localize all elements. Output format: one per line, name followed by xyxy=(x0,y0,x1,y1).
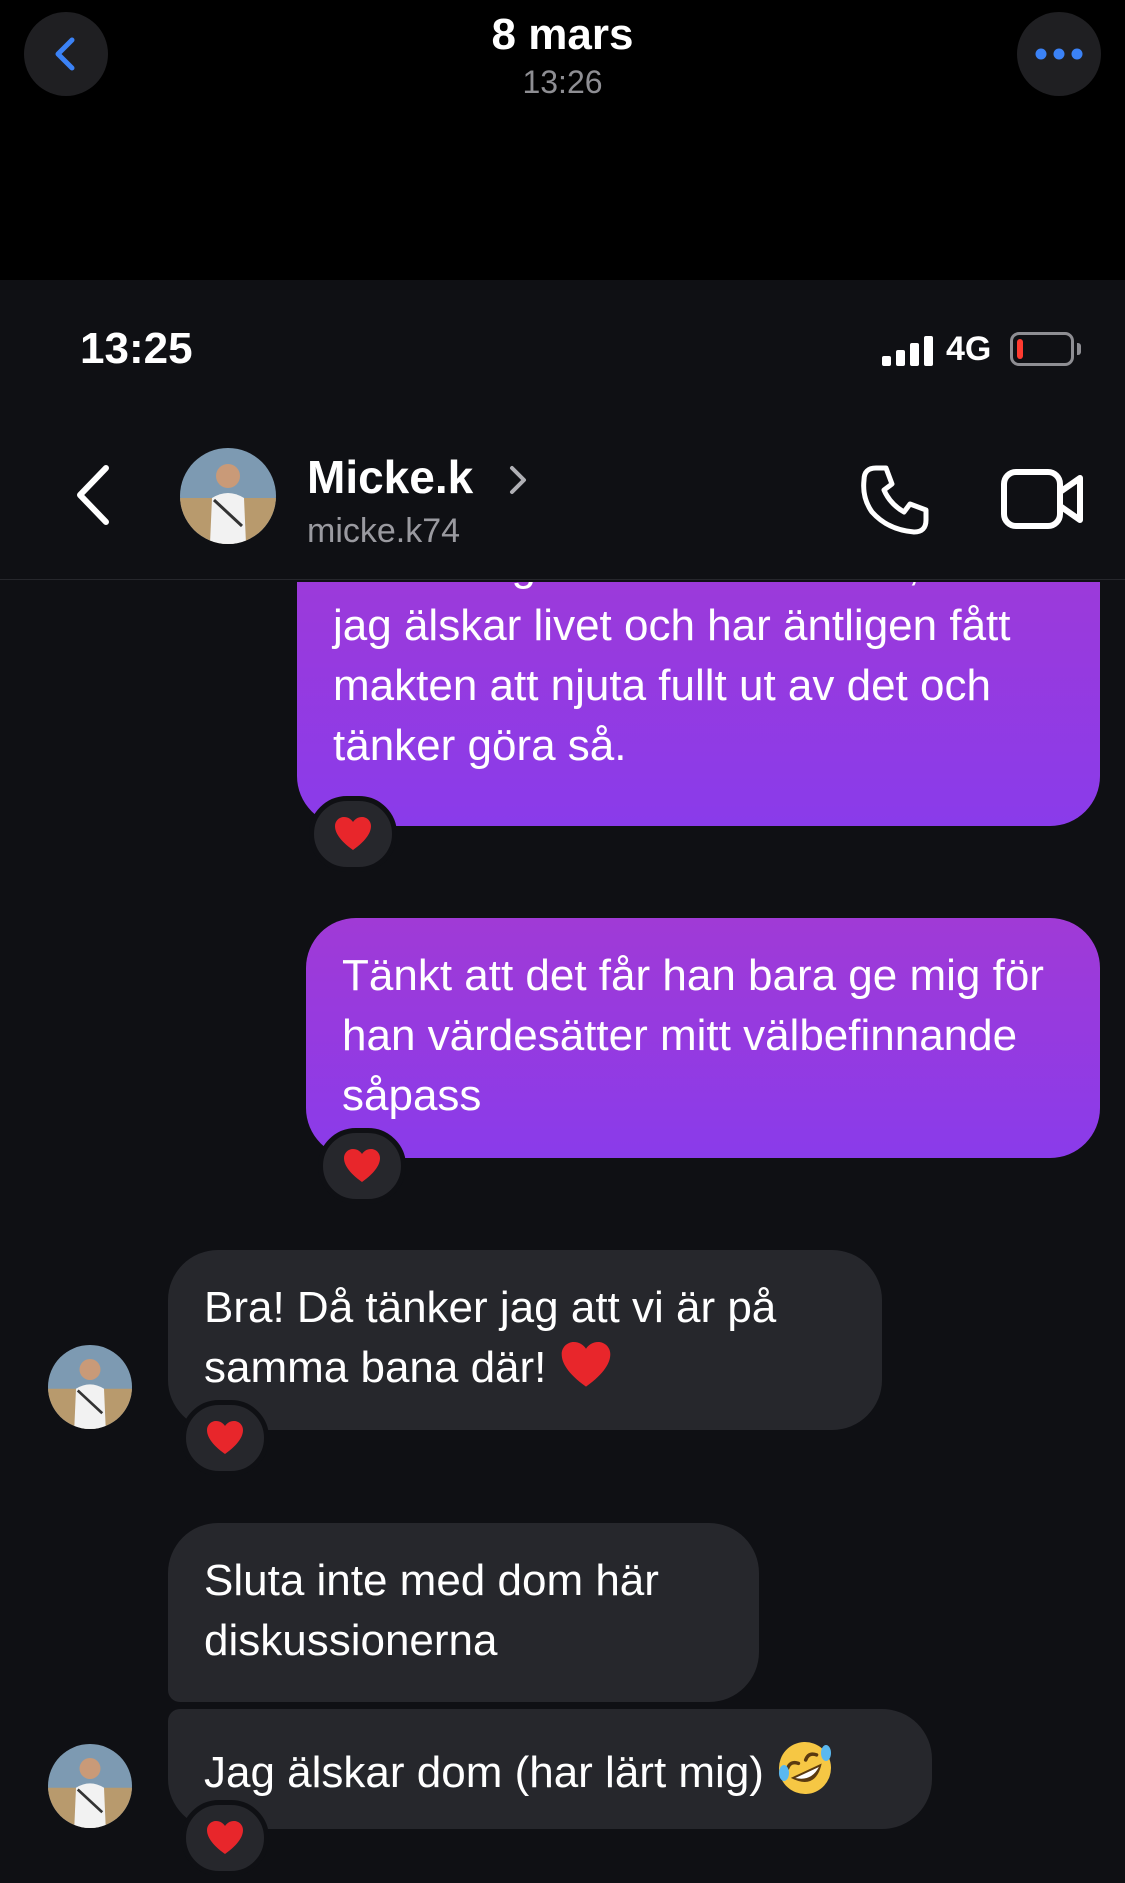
received-message-bubble[interactable]: Jag älskar dom (har lärt mig) xyxy=(168,1709,932,1829)
avatar[interactable] xyxy=(48,1744,132,1828)
heart-icon xyxy=(207,1421,243,1454)
battery-tip xyxy=(1077,343,1081,355)
heart-reaction[interactable] xyxy=(181,1800,269,1876)
viewer-date: 8 mars xyxy=(491,10,634,59)
viewer-time: 13:26 xyxy=(522,64,603,100)
heart-reaction[interactable] xyxy=(318,1128,406,1204)
message-text: omständigheter som situation, men jag äl… xyxy=(333,582,1018,770)
avatar-photo xyxy=(180,448,276,544)
sent-message-bubble[interactable]: omständigheter som situation, men jag äl… xyxy=(297,582,1100,826)
red-heart-emoji xyxy=(561,1342,610,1387)
contact-handle: micke.k74 xyxy=(307,512,461,550)
heart-icon xyxy=(344,1149,380,1182)
message-text: Tänkt att det får han bara ge mig för ha… xyxy=(342,951,1044,1120)
heart-reaction[interactable] xyxy=(309,796,397,872)
heart-icon xyxy=(207,1821,243,1854)
network-type: 4G xyxy=(946,330,992,368)
chat-header: Micke.k micke.k74 xyxy=(0,400,1125,580)
status-time: 13:25 xyxy=(80,324,193,373)
message-text: Bra! Då tänker jag att vi är på samma ba… xyxy=(204,1283,777,1392)
chevron-right-icon[interactable] xyxy=(506,462,530,498)
contact-name[interactable]: Micke.k xyxy=(307,450,473,504)
received-message-bubble[interactable]: Bra! Då tänker jag att vi är på samma ba… xyxy=(168,1250,882,1430)
ellipsis-icon xyxy=(1035,48,1083,60)
received-message-bubble[interactable]: Sluta inte med dom här diskussionerna xyxy=(168,1523,759,1702)
laughing-emoji xyxy=(779,1742,832,1794)
signal-bars-icon xyxy=(882,336,933,366)
message-list: omständigheter som situation, men jag äl… xyxy=(0,582,1125,1883)
phone-icon[interactable] xyxy=(858,462,934,538)
message-text: Jag älskar dom (har lärt mig) xyxy=(204,1748,764,1797)
video-camera-icon[interactable] xyxy=(1000,464,1084,534)
viewer-more-button[interactable] xyxy=(1017,12,1101,96)
back-chevron-icon[interactable] xyxy=(68,460,124,530)
avatar-photo xyxy=(48,1744,132,1828)
message-text: Sluta inte med dom här diskussionerna xyxy=(204,1556,659,1665)
avatar[interactable] xyxy=(180,448,276,544)
heart-reaction[interactable] xyxy=(181,1400,269,1476)
heart-icon xyxy=(335,817,371,850)
photo-viewer-header: 8 mars 13:26 xyxy=(0,0,1125,280)
sent-message-bubble[interactable]: Tänkt att det får han bara ge mig för ha… xyxy=(306,918,1100,1158)
avatar[interactable] xyxy=(48,1345,132,1429)
chat-screenshot: 13:25 4G Micke.k micke.k74 jag älskar li… xyxy=(0,280,1125,1883)
battery-level xyxy=(1017,339,1023,359)
avatar-photo xyxy=(48,1345,132,1429)
battery-icon xyxy=(1010,332,1074,366)
